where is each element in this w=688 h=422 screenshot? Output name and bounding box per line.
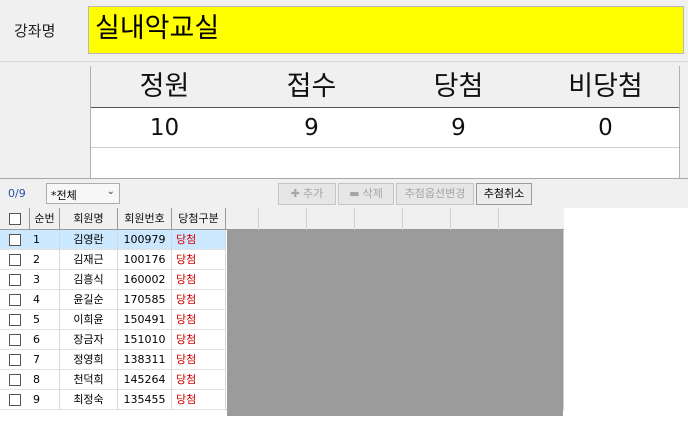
- course-name-field[interactable]: 실내악교실: [88, 6, 684, 54]
- table-row[interactable]: 1 김영란 100979 당첨: [0, 230, 226, 250]
- grid-header-check: [0, 208, 30, 230]
- empty-grid-area: [227, 230, 563, 416]
- row-member-name: 김영란: [60, 230, 118, 250]
- row-member-name: 천덕희: [60, 370, 118, 390]
- course-label: 강좌명: [14, 22, 56, 40]
- toolbar: 0/9 *전체 ⌄ ✚ 추가 ▬ 삭제 추첨옵션변경 추첨취소: [0, 178, 688, 208]
- row-seq: 1: [30, 230, 60, 250]
- row-checkbox[interactable]: [9, 354, 21, 366]
- row-win-type: 당첨: [172, 230, 226, 250]
- grid-header-seq[interactable]: 순번: [30, 208, 60, 230]
- row-seq: 8: [30, 370, 60, 390]
- grid-header-divider: [498, 208, 499, 230]
- chevron-down-icon: ⌄: [106, 186, 115, 197]
- row-member-name: 이희윤: [60, 310, 118, 330]
- row-seq: 3: [30, 270, 60, 290]
- stats-value-received: 9: [304, 115, 319, 141]
- stats-header-received: 접수: [286, 71, 337, 102]
- filter-selected-value: *전체: [51, 189, 77, 202]
- grid-header-name[interactable]: 회원명: [60, 208, 118, 230]
- row-checkbox[interactable]: [9, 334, 21, 346]
- table-row[interactable]: 6 장금자 151010 당첨: [0, 330, 226, 350]
- member-grid: 순번 회원명 회원번호 당첨구분 1 김영란 100979 당첨 2 김재근 100176 당…: [0, 208, 564, 416]
- table-row[interactable]: 3 김흥식 160002 당첨: [0, 270, 226, 290]
- row-member-name: 김흥식: [60, 270, 118, 290]
- row-member-name: 최정숙: [60, 390, 118, 410]
- lottery-options-button[interactable]: 추첨옵션변경: [396, 183, 474, 205]
- row-win-type: 당첨: [172, 250, 226, 270]
- row-seq: 6: [30, 330, 60, 350]
- row-checkbox[interactable]: [9, 234, 21, 246]
- row-member-name: 김재근: [60, 250, 118, 270]
- delete-button[interactable]: ▬ 삭제: [338, 183, 394, 205]
- row-member-name: 정영희: [60, 350, 118, 370]
- row-checkbox[interactable]: [9, 274, 21, 286]
- row-seq: 2: [30, 250, 60, 270]
- stats-value-won: 9: [451, 115, 466, 141]
- row-member-no: 150491: [118, 310, 172, 330]
- add-button[interactable]: ✚ 추가: [278, 183, 336, 205]
- grid-header-divider: [402, 208, 403, 230]
- row-seq: 4: [30, 290, 60, 310]
- row-win-type: 당첨: [172, 330, 226, 350]
- stats-area: 정원 접수 당첨 비당첨 10 9 9 0: [0, 62, 688, 178]
- row-member-no: 170585: [118, 290, 172, 310]
- grid-header-divider: [354, 208, 355, 230]
- grid-header-divider: [258, 208, 259, 230]
- stats-header-row: 정원 접수 당첨 비당첨: [91, 66, 679, 108]
- course-row: 강좌명 실내악교실: [0, 0, 688, 62]
- row-member-no: 135455: [118, 390, 172, 410]
- row-win-type: 당첨: [172, 310, 226, 330]
- row-checkbox[interactable]: [9, 254, 21, 266]
- row-member-no: 145264: [118, 370, 172, 390]
- table-row[interactable]: 8 천덕희 145264 당첨: [0, 370, 226, 390]
- table-row[interactable]: 4 윤길순 170585 당첨: [0, 290, 226, 310]
- add-icon: ✚: [290, 187, 300, 200]
- grid-header-win-type[interactable]: 당첨구분: [172, 208, 226, 230]
- row-checkbox[interactable]: [9, 314, 21, 326]
- table-row[interactable]: 5 이희윤 150491 당첨: [0, 310, 226, 330]
- row-member-name: 장금자: [60, 330, 118, 350]
- grid-header-row: 순번 회원명 회원번호 당첨구분: [0, 208, 226, 230]
- cancel-lottery-button[interactable]: 추첨취소: [476, 183, 532, 205]
- row-seq: 9: [30, 390, 60, 410]
- stats-value-not-won: 0: [598, 115, 613, 141]
- row-member-name: 윤길순: [60, 290, 118, 310]
- row-checkbox[interactable]: [9, 394, 21, 406]
- stats-header-capacity: 정원: [139, 71, 190, 102]
- row-checkbox[interactable]: [9, 294, 21, 306]
- grid-header-divider: [450, 208, 451, 230]
- stats-header-won: 당첨: [433, 71, 484, 102]
- row-win-type: 당첨: [172, 350, 226, 370]
- delete-icon: ▬: [349, 187, 360, 200]
- filter-select[interactable]: *전체 ⌄: [46, 183, 120, 204]
- stats-value-row: 10 9 9 0: [91, 108, 679, 148]
- stats-table: 정원 접수 당첨 비당첨 10 9 9 0: [90, 66, 680, 178]
- row-checkbox[interactable]: [9, 374, 21, 386]
- row-win-type: 당첨: [172, 390, 226, 410]
- table-row[interactable]: 2 김재근 100176 당첨: [0, 250, 226, 270]
- row-member-no: 100979: [118, 230, 172, 250]
- row-member-no: 100176: [118, 250, 172, 270]
- table-row[interactable]: 9 최정숙 135455 당첨: [0, 390, 226, 410]
- grid-header-extension: [226, 208, 564, 230]
- row-member-no: 138311: [118, 350, 172, 370]
- row-win-type: 당첨: [172, 290, 226, 310]
- row-seq: 5: [30, 310, 60, 330]
- row-win-type: 당첨: [172, 270, 226, 290]
- stats-value-capacity: 10: [149, 115, 180, 141]
- selection-count: 0/9: [8, 187, 26, 200]
- row-win-type: 당첨: [172, 370, 226, 390]
- table-row[interactable]: 7 정영희 138311 당첨: [0, 350, 226, 370]
- row-member-no: 151010: [118, 330, 172, 350]
- row-seq: 7: [30, 350, 60, 370]
- row-member-no: 160002: [118, 270, 172, 290]
- stats-header-not-won: 비당첨: [568, 71, 643, 102]
- grid-header-divider: [306, 208, 307, 230]
- grid-header-member-no[interactable]: 회원번호: [118, 208, 172, 230]
